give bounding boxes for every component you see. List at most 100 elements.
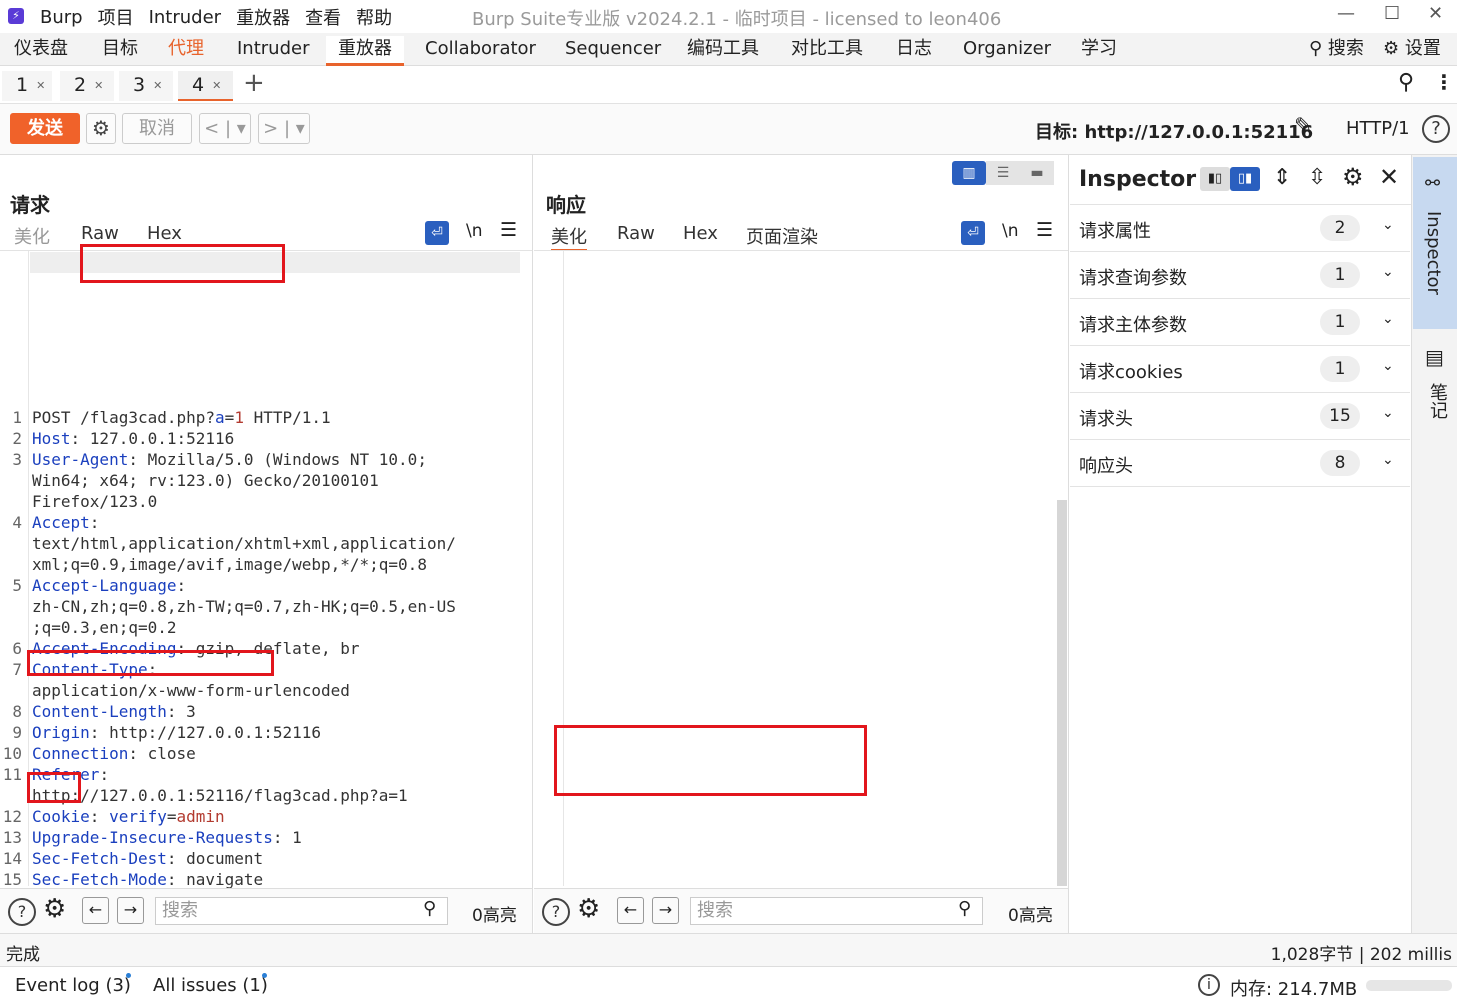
tab-pretty[interactable]: 美化 xyxy=(551,223,587,251)
send-settings-icon[interactable]: ⚙ xyxy=(86,113,116,144)
menu-burp[interactable]: Burp xyxy=(40,7,83,28)
minimize-icon[interactable]: — xyxy=(1337,3,1355,24)
close-icon[interactable]: ✕ xyxy=(212,79,221,92)
menu-help[interactable]: 帮助 xyxy=(356,4,392,30)
tab-raw[interactable]: Raw xyxy=(81,223,119,246)
line-number: 7 xyxy=(12,660,22,679)
layout-horizontal-icon[interactable]: ☰ xyxy=(986,161,1020,185)
gear-icon[interactable]: ⚙ xyxy=(577,894,600,924)
settings-button[interactable]: ⚙ 设置 xyxy=(1383,36,1441,66)
layout-stack-icon[interactable]: ▯▮ xyxy=(1230,167,1260,191)
wrap-icon[interactable]: ⏎ xyxy=(425,221,449,245)
menu-project[interactable]: 项目 xyxy=(98,4,134,30)
menu-repeater[interactable]: 重放器 xyxy=(236,4,290,30)
search-input[interactable]: 搜索 xyxy=(155,897,448,925)
http-version-toggle[interactable]: HTTP/1 xyxy=(1346,118,1410,139)
layout-single-icon[interactable]: ▬ xyxy=(1020,161,1054,185)
request-title: 请求 xyxy=(10,193,50,217)
tab-sequencer[interactable]: Sequencer xyxy=(565,36,661,66)
close-icon[interactable]: ✕ xyxy=(36,79,45,92)
tab-render[interactable]: 页面渲染 xyxy=(746,223,818,249)
help-icon[interactable]: ? xyxy=(1422,115,1450,143)
add-tab-icon[interactable]: + xyxy=(243,68,265,98)
help-icon[interactable]: ? xyxy=(542,898,570,926)
cancel-button[interactable]: 取消 xyxy=(122,113,192,144)
wrap-icon[interactable]: ⏎ xyxy=(961,221,985,245)
expand-all-icon[interactable]: ⇕ xyxy=(1273,165,1291,190)
newline-toggle[interactable]: \n xyxy=(466,221,483,241)
inspector-row-response-headers[interactable]: 响应头 8 ⌄ xyxy=(1070,440,1410,487)
repeater-tab-2[interactable]: 2 ✕ xyxy=(60,71,114,101)
request-toolbar: 发送 ⚙ 取消 < | ▾ > | ▾ 目标: http://127.0.0.1… xyxy=(0,104,1457,155)
search-button[interactable]: ⚲ 搜索 xyxy=(1309,36,1364,66)
inspector-icon: ⚯ xyxy=(1425,173,1441,194)
notification-dot xyxy=(262,973,267,978)
tab-pretty[interactable]: 美化 xyxy=(14,223,50,249)
row-label: 请求主体参数 xyxy=(1079,315,1187,336)
highlight-count: 0高亮 xyxy=(472,906,517,926)
gear-icon[interactable]: ⚙ xyxy=(43,894,66,924)
help-icon[interactable]: ? xyxy=(8,898,36,926)
close-icon[interactable]: ✕ xyxy=(1379,163,1399,191)
close-icon[interactable]: ✕ xyxy=(1428,3,1443,24)
repeater-tab-1[interactable]: 1 ✕ xyxy=(2,71,52,101)
chevron-right-icon: > xyxy=(263,118,279,139)
tab-decoder[interactable]: 编码工具 xyxy=(687,36,759,66)
tab-target[interactable]: 目标 xyxy=(102,36,138,66)
tab-dashboard[interactable]: 仪表盘 xyxy=(14,36,68,66)
close-icon[interactable]: ✕ xyxy=(94,79,103,92)
history-forward-button[interactable]: > | ▾ xyxy=(258,113,310,144)
tab-logger[interactable]: 日志 xyxy=(896,36,932,66)
line-number: 2 xyxy=(12,429,22,448)
window-title: Burp Suite专业版 v2024.2.1 - 临时项目 - license… xyxy=(472,9,1002,30)
inspector-row-body-params[interactable]: 请求主体参数 1 ⌄ xyxy=(1070,299,1410,346)
row-label: 响应头 xyxy=(1079,456,1133,477)
scrollbar-thumb[interactable] xyxy=(1057,500,1067,886)
all-issues-button[interactable]: All issues (1) xyxy=(153,975,268,996)
tab-proxy[interactable]: 代理 xyxy=(168,36,204,66)
arrow-right-icon[interactable]: → xyxy=(117,897,144,924)
maximize-icon[interactable]: ☐ xyxy=(1384,3,1400,24)
code-line: Sec-Fetch-Dest: document xyxy=(32,849,264,868)
tab-repeater[interactable]: 重放器 xyxy=(326,36,404,66)
collapse-all-icon[interactable]: ⇳ xyxy=(1308,165,1326,190)
more-menu-icon[interactable]: ⋮ xyxy=(1434,70,1454,94)
tab-hex[interactable]: Hex xyxy=(683,223,718,244)
history-back-button[interactable]: < | ▾ xyxy=(199,113,251,144)
search-icon[interactable]: ⚲ xyxy=(1398,70,1414,95)
menu-icon[interactable]: ☰ xyxy=(500,219,517,241)
arrow-left-icon[interactable]: ← xyxy=(82,897,109,924)
search-input[interactable]: 搜索 xyxy=(690,897,983,925)
menu-view[interactable]: 查看 xyxy=(305,4,341,30)
tab-learn[interactable]: 学习 xyxy=(1081,36,1117,66)
edit-target-icon[interactable]: ✎ xyxy=(1294,114,1312,139)
repeater-tab-4[interactable]: 4 ✕ xyxy=(178,71,233,101)
side-tab-inspector[interactable]: ⚯ Inspector xyxy=(1413,157,1457,329)
inspector-row-request-attributes[interactable]: 请求属性 2 ⌄ xyxy=(1070,205,1410,252)
gear-icon[interactable]: ⚙ xyxy=(1342,163,1364,191)
tab-raw[interactable]: Raw xyxy=(617,223,655,244)
inspector-row-request-headers[interactable]: 请求头 15 ⌄ xyxy=(1070,393,1410,440)
arrow-right-icon[interactable]: → xyxy=(652,897,679,924)
layout-split-icon[interactable]: ▥ xyxy=(952,161,986,185)
menu-icon[interactable]: ☰ xyxy=(1036,219,1053,241)
tab-intruder[interactable]: Intruder xyxy=(237,36,309,66)
tab-hex[interactable]: Hex xyxy=(147,223,182,244)
arrow-left-icon[interactable]: ← xyxy=(617,897,644,924)
event-log-button[interactable]: Event log (3) xyxy=(15,975,131,996)
inspector-row-cookies[interactable]: 请求cookies 1 ⌄ xyxy=(1070,346,1410,393)
repeater-tab-3[interactable]: 3 ✕ xyxy=(119,71,173,101)
inspector-row-query-params[interactable]: 请求查询参数 1 ⌄ xyxy=(1070,252,1410,299)
close-icon[interactable]: ✕ xyxy=(153,79,162,92)
layout-side-icon[interactable]: ▮▯ xyxy=(1200,167,1230,191)
highlight-count: 0高亮 xyxy=(1008,906,1053,926)
chevron-down-icon: ⌄ xyxy=(1382,452,1394,468)
newline-toggle[interactable]: \n xyxy=(1002,221,1019,241)
menu-intruder[interactable]: Intruder xyxy=(149,7,221,28)
tab-collaborator[interactable]: Collaborator xyxy=(425,36,536,66)
side-tab-notes[interactable]: ▤ 笔记 xyxy=(1413,335,1457,435)
tab-comparer[interactable]: 对比工具 xyxy=(791,36,863,66)
send-button[interactable]: 发送 xyxy=(10,113,80,144)
tab-organizer[interactable]: Organizer xyxy=(963,36,1051,66)
row-label: 请求属性 xyxy=(1079,221,1151,242)
